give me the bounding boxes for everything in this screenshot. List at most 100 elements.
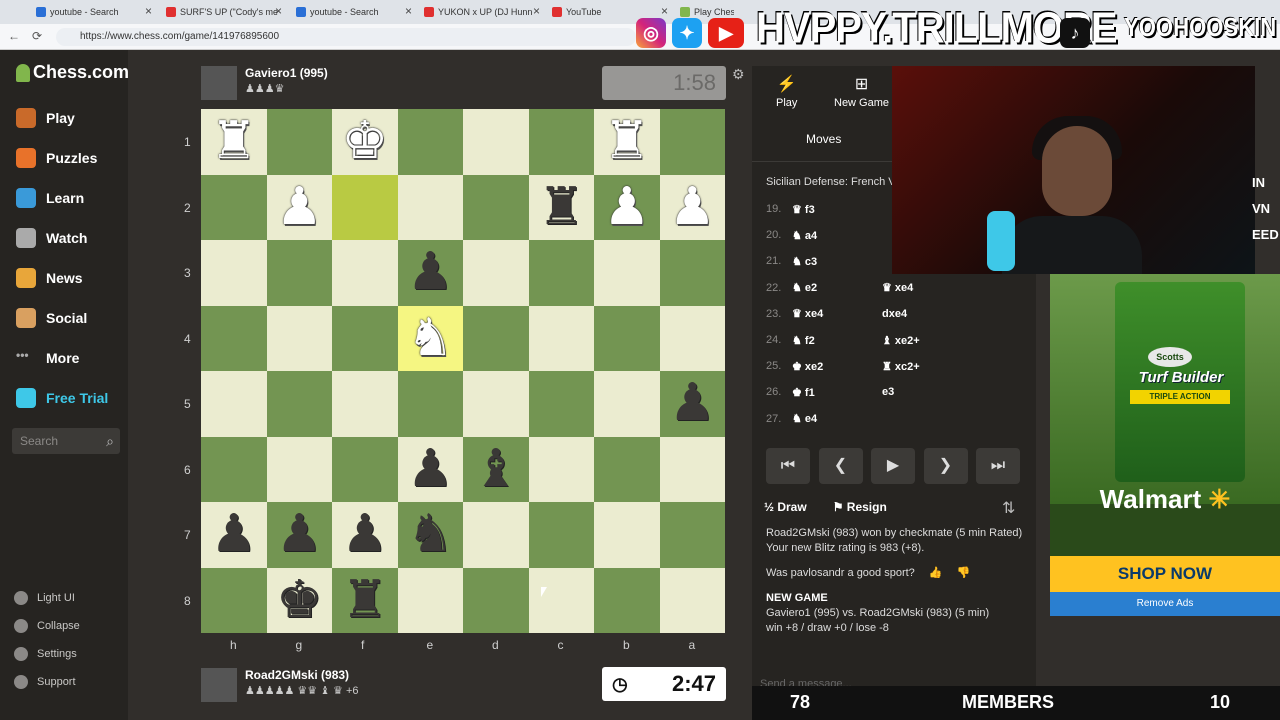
chess-piece[interactable]: ♞ bbox=[398, 306, 464, 371]
sidebar-bottom-collapse[interactable]: Collapse bbox=[14, 619, 80, 633]
white-move[interactable]: ♞ e4 bbox=[792, 412, 882, 425]
chess-piece[interactable]: ♜ bbox=[594, 109, 660, 174]
black-move[interactable]: e3 bbox=[882, 386, 894, 398]
board-square[interactable] bbox=[463, 567, 529, 633]
chess-board[interactable]: ♜ ♚ ♜ ♟ ♜ ♟ ♟ ♟ ♞ ♟ ♟ ♝ ♟ ♟ ♟ ♞ ♚ ♜ bbox=[201, 109, 725, 633]
sidebar-item-more[interactable]: ••• More bbox=[16, 348, 79, 368]
board-square[interactable] bbox=[397, 567, 463, 633]
sidebar-item-free-trial[interactable]: Free Trial bbox=[16, 388, 108, 408]
board-square[interactable] bbox=[201, 436, 267, 502]
white-move[interactable]: ♞ e2 bbox=[792, 281, 882, 294]
sidebar-bottom-light-ui[interactable]: Light UI bbox=[14, 591, 75, 605]
board-square[interactable] bbox=[332, 305, 398, 371]
draw-button[interactable]: ½ Draw bbox=[764, 500, 807, 514]
white-move[interactable]: ♚ f1 bbox=[792, 386, 882, 399]
board-square[interactable] bbox=[332, 174, 398, 240]
browser-tab[interactable]: YUKON x UP (DJ Hunn × bbox=[418, 3, 544, 21]
thumbs-down-icon[interactable]: 👎 bbox=[957, 566, 971, 581]
black-move[interactable]: dxe4 bbox=[882, 308, 907, 320]
board-square[interactable] bbox=[266, 305, 332, 371]
board-square[interactable] bbox=[528, 502, 594, 568]
chess-piece[interactable]: ♚ bbox=[332, 109, 398, 174]
board-square[interactable] bbox=[659, 109, 725, 175]
white-move[interactable]: ♞ a4 bbox=[792, 229, 882, 242]
tab-play[interactable]: ⚡ Play bbox=[776, 74, 797, 109]
board-square[interactable] bbox=[594, 371, 660, 437]
browser-tab[interactable]: youtube - Search × bbox=[290, 3, 416, 21]
board-square[interactable] bbox=[594, 305, 660, 371]
board-square[interactable] bbox=[463, 174, 529, 240]
search-icon[interactable]: ⌕ bbox=[106, 428, 114, 454]
board-square[interactable] bbox=[528, 436, 594, 502]
board-square[interactable] bbox=[332, 240, 398, 306]
chess-piece[interactable]: ♟ bbox=[660, 175, 726, 240]
flip-board-icon[interactable]: ⇅ bbox=[1002, 498, 1015, 518]
chess-piece[interactable]: ♜ bbox=[332, 568, 398, 633]
black-move[interactable]: ♜ xc2+ bbox=[882, 360, 920, 373]
board-square[interactable] bbox=[266, 240, 332, 306]
board-square[interactable] bbox=[594, 436, 660, 502]
white-move[interactable]: ♞ c3 bbox=[792, 255, 882, 268]
last-move-button[interactable]: ⏭ bbox=[976, 448, 1020, 484]
board-square[interactable] bbox=[201, 240, 267, 306]
board-square[interactable] bbox=[659, 305, 725, 371]
board-square[interactable] bbox=[201, 371, 267, 437]
url-field[interactable]: https://www.chess.com/game/141976895600 bbox=[56, 28, 636, 46]
chess-piece[interactable]: ♜ bbox=[529, 175, 595, 240]
chess-piece[interactable]: ♞ bbox=[398, 502, 464, 567]
prev-move-button[interactable]: ❮ bbox=[818, 448, 863, 484]
chess-piece[interactable]: ♟ bbox=[267, 502, 333, 567]
sidebar-item-news[interactable]: News bbox=[16, 268, 83, 288]
tab-moves[interactable]: Moves bbox=[806, 132, 841, 146]
sidebar-item-watch[interactable]: Watch bbox=[16, 228, 87, 248]
board-square[interactable] bbox=[528, 305, 594, 371]
board-square[interactable] bbox=[594, 567, 660, 633]
chess-piece[interactable]: ♟ bbox=[398, 240, 464, 305]
board-square[interactable] bbox=[397, 174, 463, 240]
white-move[interactable]: ♛ f3 bbox=[792, 203, 882, 216]
board-square[interactable] bbox=[463, 109, 529, 175]
white-move[interactable]: ♞ f2 bbox=[792, 334, 882, 347]
white-move[interactable]: ♛ xe4 bbox=[792, 307, 882, 320]
board-square[interactable] bbox=[266, 371, 332, 437]
gear-icon[interactable]: ⚙ bbox=[732, 66, 745, 83]
sidebar-item-learn[interactable]: Learn bbox=[16, 188, 84, 208]
board-square[interactable] bbox=[463, 502, 529, 568]
close-icon[interactable]: × bbox=[405, 4, 412, 18]
sidebar-item-play[interactable]: Play bbox=[16, 108, 75, 128]
first-move-button[interactable]: ⏮ bbox=[766, 448, 810, 484]
board-square[interactable] bbox=[463, 240, 529, 306]
board-square[interactable] bbox=[397, 371, 463, 437]
reload-icon[interactable]: ⟳ bbox=[32, 29, 42, 43]
shop-now-button[interactable]: SHOP NOW bbox=[1050, 556, 1280, 592]
browser-tab[interactable]: youtube - Search × bbox=[30, 3, 156, 21]
board-square[interactable] bbox=[594, 502, 660, 568]
board-square[interactable] bbox=[659, 567, 725, 633]
close-icon[interactable]: × bbox=[533, 4, 540, 18]
play-button[interactable]: ▶ bbox=[871, 448, 915, 484]
board-square[interactable] bbox=[201, 174, 267, 240]
top-player-name[interactable]: Gaviero1 (995) bbox=[245, 66, 328, 80]
next-move-button[interactable]: ❯ bbox=[923, 448, 968, 484]
board-square[interactable] bbox=[397, 109, 463, 175]
chess-piece[interactable]: ♚ bbox=[267, 568, 333, 633]
chess-piece[interactable]: ♟ bbox=[594, 175, 660, 240]
back-icon[interactable]: ← bbox=[8, 29, 20, 43]
sidebar-bottom-settings[interactable]: Settings bbox=[14, 647, 77, 661]
resign-button[interactable]: ⚑ Resign bbox=[833, 500, 887, 514]
white-move[interactable]: ♚ xe2 bbox=[792, 360, 882, 373]
thumbs-up-icon[interactable]: 👍 bbox=[929, 566, 943, 581]
chess-piece[interactable]: ♟ bbox=[398, 437, 464, 502]
board-square[interactable] bbox=[659, 240, 725, 306]
sidebar-item-puzzles[interactable]: Puzzles bbox=[16, 148, 97, 168]
board-square[interactable] bbox=[528, 240, 594, 306]
board-square[interactable] bbox=[659, 502, 725, 568]
walmart-ad[interactable]: Scotts Turf Builder TRIPLE ACTION Walmar… bbox=[1050, 274, 1280, 616]
black-move[interactable]: ♛ xe4 bbox=[882, 281, 913, 294]
chess-piece[interactable]: ♝ bbox=[463, 437, 529, 502]
browser-tab[interactable]: SURF'S UP ("Cody's me × bbox=[160, 3, 286, 21]
chess-piece[interactable]: ♟ bbox=[267, 175, 333, 240]
board-square[interactable] bbox=[528, 371, 594, 437]
avatar[interactable] bbox=[201, 66, 237, 100]
chess-piece[interactable]: ♟ bbox=[201, 502, 267, 567]
